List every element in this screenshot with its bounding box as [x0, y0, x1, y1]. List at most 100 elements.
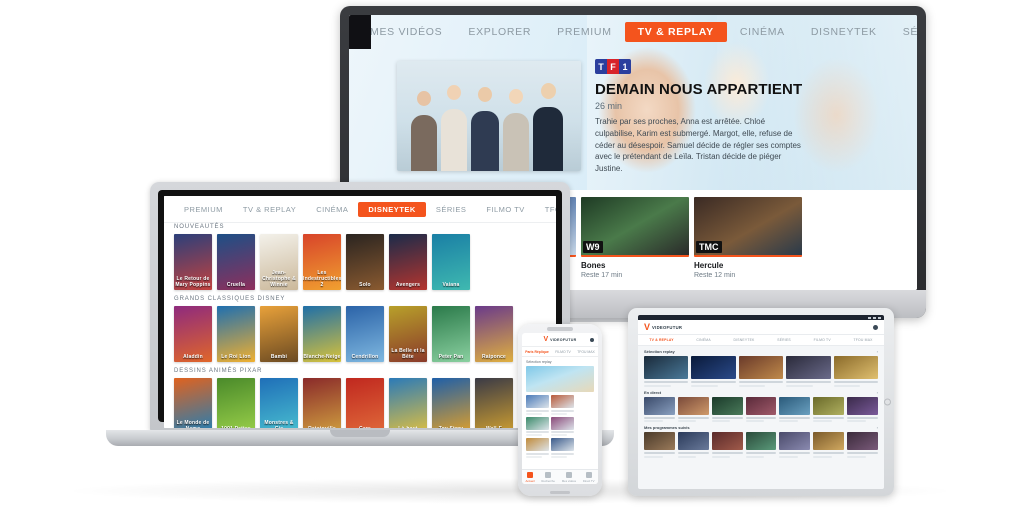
laptop-catalog[interactable]: NOUVEAUTÉS Le Retour de Mary Poppins Cruel…	[164, 224, 556, 428]
live-card-3[interactable]: TMC Hercule Reste 12 min	[694, 197, 802, 281]
tablet-card-0-0[interactable]	[644, 356, 689, 387]
nav-item-6[interactable]: SÉRIES	[890, 22, 917, 42]
tablet-nav-item-3[interactable]: SÉRIES	[777, 338, 791, 342]
poster-2-1[interactable]: 1001 Pattes	[217, 378, 255, 428]
phone-tab-1[interactable]: Recherche	[541, 471, 555, 483]
poster-1-1[interactable]: Le Roi Lion	[217, 306, 255, 362]
nav-item-0[interactable]: MES VIDÉOS	[357, 22, 455, 42]
laptop-nav-item-2[interactable]: CINÉMA	[306, 202, 358, 217]
tablet-card-1-0[interactable]	[644, 396, 675, 422]
phone-grid-item-5[interactable]	[551, 438, 574, 458]
tablet-nav-item-1[interactable]: CINÉMA	[696, 338, 710, 342]
phone-nav-item-2[interactable]: TFOU MAX	[577, 350, 595, 354]
poster-0-1[interactable]: Cruella	[217, 234, 255, 290]
laptop-nav-item-4[interactable]: SÉRIES	[426, 202, 477, 217]
laptop-nav-item-3[interactable]: DISNEYTEK	[358, 201, 426, 217]
poster-2-5[interactable]: Là-haut	[389, 378, 427, 428]
live-card-2[interactable]: W9 Bones Reste 17 min	[581, 197, 689, 281]
phone-grid-item-3[interactable]	[551, 416, 574, 436]
tablet-card-1-4[interactable]	[779, 396, 811, 422]
phone-hero-banner[interactable]	[526, 366, 594, 392]
tablet-rail-0[interactable]	[638, 356, 884, 387]
tablet-card-1-3[interactable]	[745, 396, 777, 422]
poster-1-5[interactable]: La Belle et la Bête	[389, 306, 427, 362]
tablet-card-2-5[interactable]	[813, 432, 845, 458]
nav-item-2[interactable]: PREMIUM	[544, 22, 624, 42]
poster-0-6[interactable]: Vaiana	[432, 234, 470, 290]
phone-navbar[interactable]: Paris Réplique FILMO TV TFOU MAX	[522, 347, 598, 357]
chevron-right-icon[interactable]: ›	[877, 349, 878, 354]
nav-item-5[interactable]: DISNEYTEK	[798, 22, 890, 42]
poster-1-3[interactable]: Blanche-Neige	[303, 306, 341, 362]
tablet-home-button[interactable]	[884, 398, 891, 406]
tablet-card-2-3[interactable]	[745, 432, 777, 458]
tablet-nav-item-5[interactable]: TFOU MAX	[854, 338, 873, 342]
poster-2-3[interactable]: Ratatouille	[303, 378, 341, 428]
poster-0-5[interactable]: Avengers	[389, 234, 427, 290]
laptop-navbar[interactable]: PREMIUM TV & REPLAY CINÉMA DISNEYTEK SÉRIES F…	[164, 196, 556, 223]
nav-item-4[interactable]: CINÉMA	[727, 22, 798, 42]
laptop-poster-rail-1[interactable]: Aladdin Le Roi Lion Bambi Blanche-Neige Cend…	[164, 306, 556, 362]
laptop-nav-item-1[interactable]: TV & REPLAY	[233, 202, 306, 217]
tablet-rail-2[interactable]	[638, 432, 884, 458]
poster-0-0[interactable]: Le Retour de Mary Poppins	[174, 234, 212, 290]
tablet-card-2-6[interactable]	[847, 432, 879, 458]
tablet-card-0-2[interactable]	[738, 356, 784, 387]
phone-nav-item-0[interactable]: Paris Réplique	[525, 350, 549, 354]
tablet-card-1-1[interactable]	[677, 396, 709, 422]
poster-0-3[interactable]: Les Indestructibles 2	[303, 234, 341, 290]
phone-menu-icon[interactable]	[590, 337, 594, 342]
laptop-nav-item-6[interactable]: TFOU MAX	[535, 202, 556, 217]
monitor-navbar[interactable]: MES VIDÉOS EXPLORER PREMIUM TV & REPLAY CINÉ…	[349, 15, 917, 49]
nav-item-1[interactable]: EXPLORER	[455, 22, 544, 42]
phone-grid-item-2[interactable]	[526, 416, 549, 436]
phone-tab-bar[interactable]: Accueil Recherche Mes vidéos Direct TV	[522, 469, 598, 484]
tablet-navbar[interactable]: TV & REPLAY CINÉMA DISNEYTEK SÉRIES FILMO TV…	[638, 335, 884, 346]
phone-tab-0[interactable]: Accueil	[525, 471, 534, 483]
phone-nav-item-1[interactable]: FILMO TV	[555, 350, 571, 354]
poster-0-2[interactable]: Jean-Christophe & Winnie	[260, 234, 298, 290]
phone-content-grid[interactable]	[522, 392, 598, 461]
phone-grid-item-1[interactable]	[551, 395, 574, 415]
poster-1-4[interactable]: Cendrillon	[346, 306, 384, 362]
tablet-brand-logo[interactable]: V VIDEOFUTUR	[644, 322, 682, 332]
tablet-content[interactable]: Sélection replay › En direct › Mes programme…	[638, 346, 884, 458]
laptop-poster-rail-2[interactable]: Le Monde de Nemo 1001 Pattes Monstres & Ci…	[164, 378, 556, 428]
chevron-right-icon[interactable]: ›	[877, 425, 878, 430]
laptop-poster-rail-0[interactable]: Le Retour de Mary Poppins Cruella Jean-Chr…	[164, 234, 556, 290]
poster-2-2[interactable]: Monstres & Cie	[260, 378, 298, 428]
tablet-card-1-6[interactable]	[847, 396, 879, 422]
laptop-nav-item-0[interactable]: PREMIUM	[174, 202, 233, 217]
poster-2-7[interactable]: Wall-E	[475, 378, 513, 428]
tablet-card-0-4[interactable]	[833, 356, 879, 387]
poster-1-0[interactable]: Aladdin	[174, 306, 212, 362]
tablet-nav-item-2[interactable]: DISNEYTEK	[734, 338, 755, 342]
tablet-rail-1[interactable]	[638, 396, 884, 422]
phone-brand-logo[interactable]: V VIDEOFUTUR	[543, 336, 576, 343]
phone-grid-item-4[interactable]	[526, 438, 549, 458]
tablet-account-icon[interactable]	[873, 324, 878, 330]
tablet-card-0-1[interactable]	[691, 356, 736, 387]
tablet-card-2-2[interactable]	[711, 432, 743, 458]
poster-1-2[interactable]: Bambi	[260, 306, 298, 362]
tablet-card-1-2[interactable]	[711, 396, 743, 422]
tablet-card-2-1[interactable]	[677, 432, 709, 458]
tablet-card-2-0[interactable]	[644, 432, 675, 458]
poster-1-6[interactable]: Peter Pan	[432, 306, 470, 362]
phone-tab-2[interactable]: Mes vidéos	[562, 471, 576, 483]
phone-grid-item-0[interactable]	[526, 395, 549, 415]
phone-tab-3[interactable]: Direct TV	[583, 471, 595, 483]
poster-2-4[interactable]: Cars	[346, 378, 384, 428]
tablet-nav-item-0[interactable]: TV & REPLAY	[649, 338, 673, 342]
hero-thumbnail[interactable]	[397, 61, 581, 171]
tablet-nav-item-4[interactable]: FILMO TV	[814, 338, 831, 342]
chevron-right-icon[interactable]: ›	[877, 390, 878, 395]
poster-1-7[interactable]: Raiponce	[475, 306, 513, 362]
laptop-nav-item-5[interactable]: FILMO TV	[476, 202, 534, 217]
poster-0-4[interactable]: Solo	[346, 234, 384, 290]
poster-2-6[interactable]: Toy Story	[432, 378, 470, 428]
tablet-card-0-3[interactable]	[786, 356, 831, 387]
tablet-card-1-5[interactable]	[813, 396, 845, 422]
tablet-card-2-4[interactable]	[779, 432, 811, 458]
poster-2-0[interactable]: Le Monde de Nemo	[174, 378, 212, 428]
